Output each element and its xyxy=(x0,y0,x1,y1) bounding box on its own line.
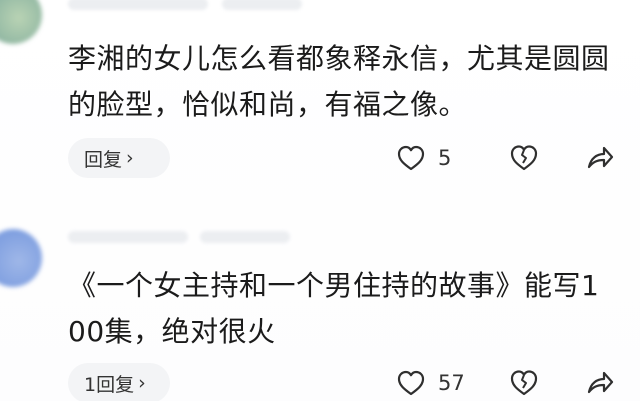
comment-text: 李湘的女儿怎么看都象释永信，尤其是圆圆的脸型，恰似和尚，有福之像。 xyxy=(68,42,610,121)
like-count: 57 xyxy=(438,371,465,395)
broken-heart-icon[interactable] xyxy=(508,367,540,399)
comment-actions: 回复 › 5 xyxy=(68,138,628,178)
broken-heart-icon[interactable] xyxy=(508,142,540,174)
comment-actions: 1回复 › 57 xyxy=(68,363,628,401)
like-count: 5 xyxy=(438,146,452,170)
comment-item: 《一个女主持和一个男住持的故事》能写100集，绝对很火 1回复 › 57 xyxy=(0,205,640,401)
share-arrow-icon[interactable] xyxy=(583,141,615,175)
blurred-meta xyxy=(222,0,302,10)
heart-icon xyxy=(396,369,426,397)
blurred-meta xyxy=(200,231,290,243)
blurred-username xyxy=(68,0,208,10)
heart-icon xyxy=(396,144,426,172)
like-button[interactable]: 57 xyxy=(396,363,465,401)
reply-label: 1回复 xyxy=(84,373,135,396)
comment-thread: 李湘的女儿怎么看都象释永信，尤其是圆圆的脸型，恰似和尚，有福之像。 回复 › 5 xyxy=(0,0,640,401)
chevron-right-icon: › xyxy=(126,147,134,169)
share-arrow-icon[interactable] xyxy=(583,366,615,400)
reply-label: 回复 xyxy=(84,148,123,171)
blurred-username xyxy=(68,231,188,243)
avatar[interactable] xyxy=(0,0,42,44)
reply-button[interactable]: 1回复 › xyxy=(68,363,170,401)
like-button[interactable]: 5 xyxy=(396,138,451,178)
comment-item: 李湘的女儿怎么看都象释永信，尤其是圆圆的脸型，恰似和尚，有福之像。 回复 › 5 xyxy=(0,0,640,205)
reply-button[interactable]: 回复 › xyxy=(68,138,170,178)
comment-text: 《一个女主持和一个男住持的故事》能写100集，绝对很火 xyxy=(68,269,600,348)
avatar[interactable] xyxy=(0,229,42,287)
chevron-right-icon: › xyxy=(138,372,146,394)
